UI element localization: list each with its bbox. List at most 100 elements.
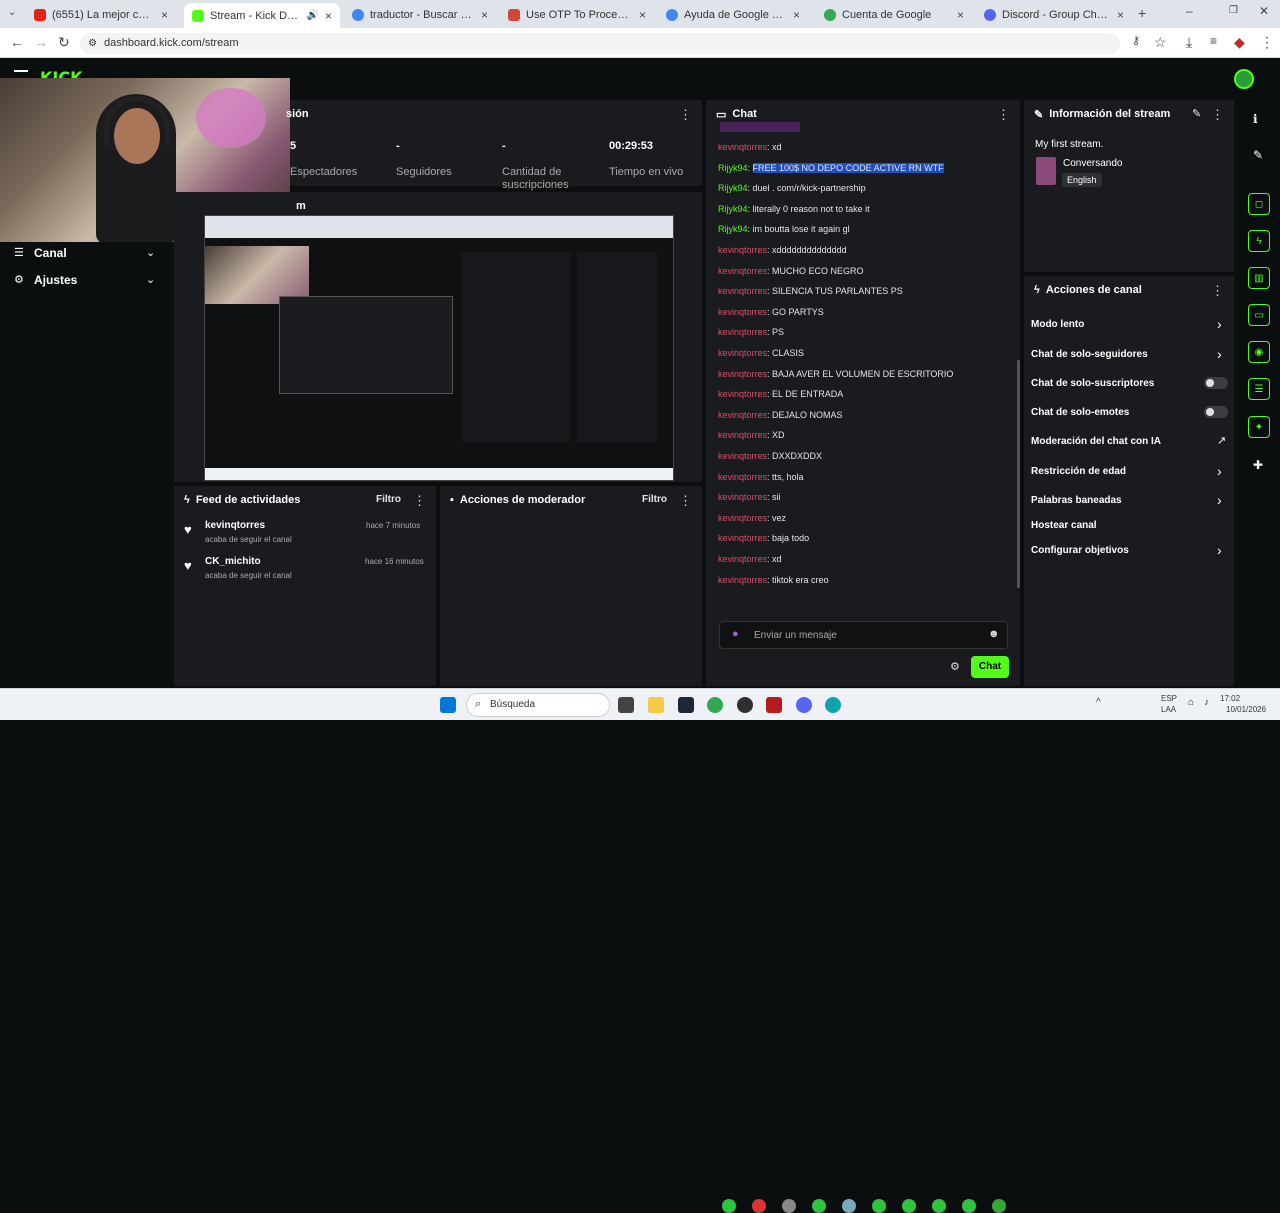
edit-pencil-icon[interactable]: ✎ [1192,107,1201,120]
new-tab-icon[interactable]: + [1138,5,1146,21]
filter-button[interactable]: Filtro [376,494,401,505]
stream-preview-video[interactable] [204,215,674,481]
site-info-icon[interactable]: ⚙ [88,33,97,54]
chevron-right-icon[interactable]: › [1217,542,1222,558]
windows-start-icon[interactable] [440,697,456,713]
microphone-icon[interactable]: ● [732,628,739,640]
broadcast-icon[interactable]: ◉ [1248,341,1270,363]
layout-icon[interactable]: ▥ [1248,267,1270,289]
chevron-down-icon[interactable]: ⌄ [146,246,155,259]
sidebar-item-ajustes[interactable]: ⚙ Ajustes ⌄ [14,273,160,291]
chevron-down-icon[interactable]: ⌄ [146,273,155,286]
network-icon[interactable]: ⌂ [1188,697,1194,708]
wrench-icon[interactable]: ✦ [1248,416,1270,438]
tray-chevron-icon[interactable]: ^ [1096,697,1101,708]
emote-icon[interactable] [752,1199,766,1213]
chevron-right-icon[interactable]: › [1217,492,1222,508]
chrome-icon[interactable] [707,697,723,713]
volume-icon[interactable]: ♪ [1204,697,1209,708]
chat-username[interactable]: kevinqtorres [718,369,767,379]
kebab-icon[interactable]: ⋮ [1211,283,1224,299]
chat-scrollbar[interactable] [1017,360,1020,588]
category-name[interactable]: Conversando [1063,158,1122,169]
steam-icon[interactable] [678,697,694,713]
chat-username[interactable]: Rijyk94 [718,204,748,214]
kebab-icon[interactable]: ⋮ [997,107,1010,123]
chevron-right-icon[interactable]: › [1217,463,1222,479]
lightning-icon[interactable]: ϟ [1248,230,1270,252]
chevron-right-icon[interactable]: › [1217,316,1222,332]
chat-username[interactable]: kevinqtorres [718,286,767,296]
maximize-icon[interactable]: ❐ [1229,5,1238,16]
discord-icon[interactable] [796,697,812,713]
tab-discord[interactable]: Discord - Group Chat That's All × [976,4,1132,26]
taskbar-search[interactable]: ⌕ Búsqueda [466,693,610,717]
tab-list-icon[interactable]: ⌄ [8,7,16,18]
back-icon[interactable]: ← [10,34,24,50]
extensions-icon[interactable]: ≡ [1210,34,1217,48]
download-icon[interactable]: ⤓ [1186,34,1192,51]
emote-icon[interactable] [782,1199,796,1213]
profile-shield-icon[interactable]: ◆ [1234,34,1245,51]
info-icon[interactable]: ℹ [1253,112,1258,126]
app-red-icon[interactable] [766,697,782,713]
tab-gmail[interactable]: Use OTP To Proceed - oliveasu × [500,4,654,26]
screenshot-icon[interactable]: ◻ [1248,193,1270,215]
reload-icon[interactable]: ↻ [58,34,70,51]
chat-username[interactable]: kevinqtorres [718,410,767,420]
chat-username[interactable]: kevinqtorres [718,348,767,358]
close-icon[interactable]: × [161,8,168,22]
kebab-icon[interactable]: ⋮ [679,493,692,509]
chat-username[interactable]: kevinqtorres [718,451,767,461]
emote-icon[interactable] [932,1199,946,1213]
edit-icon[interactable]: ✎ [1253,148,1263,162]
chat-username[interactable]: kevinqtorres [718,513,767,523]
close-icon[interactable]: × [639,8,646,22]
chevron-right-icon[interactable]: › [1217,346,1222,362]
chat-username[interactable]: kevinqtorres [718,533,767,543]
chat-username[interactable]: Rijyk94 [718,183,748,193]
chat-username[interactable]: kevinqtorres [718,430,767,440]
kebab-icon[interactable]: ⋮ [679,107,692,123]
url-field[interactable]: ⚙ dashboard.kick.com/stream [80,33,1120,54]
chat-send-button[interactable]: Chat [971,656,1009,678]
chat-username[interactable]: kevinqtorres [718,142,767,152]
external-link-icon[interactable]: ↗ [1217,434,1226,447]
chat-username[interactable]: kevinqtorres [718,554,767,564]
emote-icon[interactable] [722,1199,736,1213]
tab-kick-dashboard[interactable]: Stream - Kick Dashboard 🔊 × [184,3,340,28]
chat-input[interactable]: ● Enviar un mensaje ☻ [719,621,1008,649]
emote-icon[interactable] [872,1199,886,1213]
close-icon[interactable]: × [481,8,488,22]
close-window-icon[interactable]: ✕ [1259,4,1269,18]
kebab-icon[interactable]: ⋮ [413,493,426,509]
task-view-icon[interactable] [618,697,634,713]
chat-username[interactable]: kevinqtorres [718,492,767,502]
lang-label[interactable]: ESP [1161,694,1177,703]
close-icon[interactable]: × [1117,8,1124,22]
chat-username[interactable]: kevinqtorres [718,389,767,399]
file-explorer-icon[interactable] [648,697,664,713]
bookmark-star-icon[interactable]: ☆ [1154,34,1167,51]
kebab-icon[interactable]: ⋮ [1211,107,1224,123]
emote-icon[interactable] [962,1199,976,1213]
edge-icon[interactable] [825,697,841,713]
sidebar-item-canal[interactable]: ☰ Canal ⌄ [14,246,160,264]
chat-username[interactable]: kevinqtorres [718,266,767,276]
toggle-switch[interactable] [1204,406,1228,418]
feed-user[interactable]: kevinqtorres [205,520,265,531]
tab-chrome-help[interactable]: Ayuda de Google Chrome × [658,4,808,26]
menu-icon[interactable]: ⋮ [1260,34,1274,51]
chat-username[interactable]: Rijyk94 [718,224,748,234]
user-avatar[interactable] [1234,69,1254,89]
tab-google-account[interactable]: Cuenta de Google × [816,4,972,26]
close-icon[interactable]: × [325,9,332,23]
modules-icon[interactable]: ✚ [1253,458,1263,472]
filter-button[interactable]: Filtro [642,494,667,505]
emote-icon[interactable] [842,1199,856,1213]
chat-username[interactable]: kevinqtorres [718,472,767,482]
emote-icon[interactable] [902,1199,916,1213]
chat-username[interactable]: kevinqtorres [718,575,767,585]
toggle-switch[interactable] [1204,377,1228,389]
minimize-icon[interactable]: – [1186,4,1193,18]
